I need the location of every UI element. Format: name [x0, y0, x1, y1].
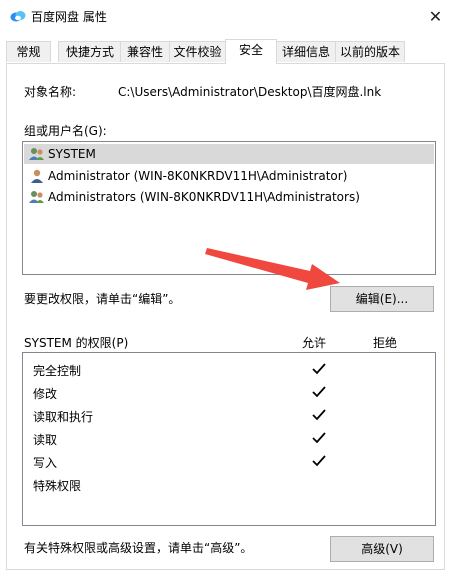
tab-shortcut-label: 快捷方式: [65, 45, 114, 59]
list-item-administrator[interactable]: Administrator (WIN-8K0NKRDV11H\Administr…: [24, 166, 434, 186]
tab-security-label: 安全: [238, 43, 263, 57]
security-panel: 对象名称: C:\Users\Administrator\Desktop\百度网…: [6, 63, 445, 570]
deny-header: 拒绝: [373, 336, 398, 350]
advanced-hint: 有关特殊权限或高级设置，请单击“高级”。: [24, 541, 253, 555]
user-group-icon: [29, 191, 44, 203]
tab-file-hash-label: 文件校验: [173, 45, 222, 59]
allow-check-icon: [312, 432, 326, 444]
close-icon: ✕: [428, 6, 443, 26]
user-icon: [31, 169, 43, 183]
groups-label: 组或用户名(G):: [24, 124, 107, 138]
close-button[interactable]: ✕: [420, 0, 451, 32]
window-title: 百度网盘 属性: [31, 10, 107, 24]
object-name-label: 对象名称:: [24, 85, 77, 99]
user-name: SYSTEM: [48, 147, 96, 161]
tab-file-hash[interactable]: 文件校验: [169, 41, 226, 62]
tab-previous-versions[interactable]: 以前的版本: [335, 41, 405, 62]
users-listbox[interactable]: SYSTEM Administrator (WIN-8K0NKRDV11H\Ad…: [22, 141, 436, 275]
user-name: Administrator (WIN-8K0NKRDV11H\Administr…: [48, 169, 348, 183]
allow-check-icon: [312, 386, 326, 398]
permission-name: 特殊权限: [33, 479, 82, 493]
permission-name: 完全控制: [33, 364, 82, 378]
tab-previous-versions-label: 以前的版本: [339, 45, 400, 59]
allow-check-icon: [312, 363, 326, 375]
edit-hint: 要更改权限，请单击“编辑”。: [24, 292, 181, 306]
allow-header: 允许: [302, 336, 327, 350]
tab-shortcut[interactable]: 快捷方式: [58, 41, 122, 62]
tab-compatibility-label: 兼容性: [126, 45, 163, 59]
tab-details[interactable]: 详细信息: [276, 41, 336, 62]
allow-check-icon: [312, 409, 326, 421]
advanced-button[interactable]: 高级(V): [330, 536, 434, 562]
permissions-label: SYSTEM 的权限(P): [24, 336, 129, 350]
tab-general-label: 常规: [16, 45, 41, 59]
list-item-system[interactable]: SYSTEM: [24, 144, 434, 164]
tab-general[interactable]: 常规: [6, 41, 51, 62]
permission-name: 修改: [33, 387, 58, 401]
permission-name: 写入: [33, 456, 58, 470]
user-group-icon: [29, 148, 44, 160]
title-bar: 百度网盘 属性 ✕: [0, 0, 451, 32]
baidu-netdisk-icon: [10, 11, 26, 22]
object-name-value: C:\Users\Administrator\Desktop\百度网盘.lnk: [118, 85, 382, 99]
tab-security[interactable]: 安全: [225, 39, 277, 64]
user-name: Administrators (WIN-8K0NKRDV11H\Administ…: [48, 190, 360, 204]
permission-name: 读取和执行: [33, 410, 94, 424]
advanced-button-label: 高级(V): [361, 542, 403, 556]
tab-compatibility[interactable]: 兼容性: [120, 41, 170, 62]
allow-check-icon: [312, 455, 326, 467]
list-item-administrators[interactable]: Administrators (WIN-8K0NKRDV11H\Administ…: [24, 187, 434, 207]
edit-button-label: 编辑(E)...: [355, 292, 409, 306]
permission-name: 读取: [33, 433, 58, 447]
permissions-list: 完全控制 修改 读取和执行 读取 写入 特殊权限: [22, 352, 436, 526]
tab-details-label: 详细信息: [281, 45, 330, 59]
edit-button[interactable]: 编辑(E)...: [330, 286, 434, 312]
